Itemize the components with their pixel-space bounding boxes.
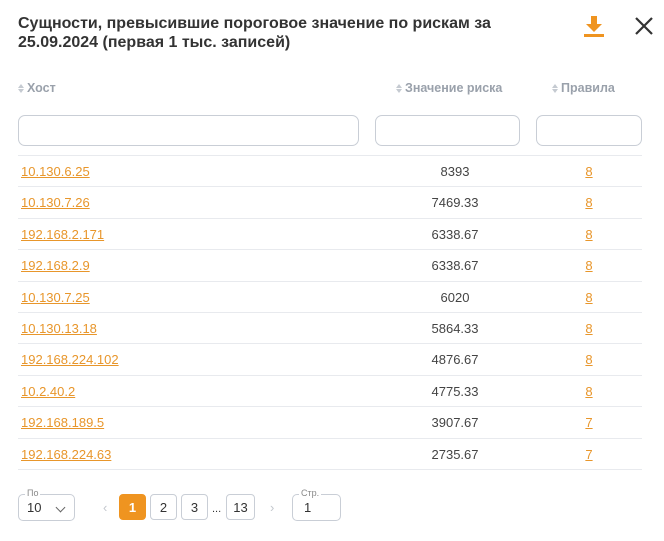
risk-value: 6338.67	[431, 258, 479, 274]
column-header-risk[interactable]: Значение риска	[396, 81, 502, 95]
table-row: 10.130.6.25 8393 8	[18, 156, 642, 188]
table-row: 10.130.7.26 7469.33 8	[18, 187, 642, 219]
sort-icon	[396, 83, 402, 93]
rules-link[interactable]: 8	[560, 290, 618, 305]
per-page-value: 10	[27, 500, 42, 515]
page-button-3[interactable]: 3	[181, 494, 208, 520]
rules-link[interactable]: 7	[560, 447, 618, 462]
risk-value: 8393	[440, 164, 470, 179]
page-input-label: Стр.	[299, 488, 322, 498]
risk-value: 3907.67	[431, 415, 479, 431]
modal-title: Сущности, превысившие пороговое значение…	[18, 15, 491, 51]
table-row: 10.130.7.25 6020 8	[18, 282, 642, 313]
host-link[interactable]: 10.130.7.26	[21, 195, 90, 210]
risk-value: 4775.33	[431, 383, 479, 399]
rules-filter-input[interactable]	[536, 115, 642, 146]
table-row: 192.168.2.171 6338.67 8	[18, 219, 642, 251]
page-button-2[interactable]: 2	[150, 494, 177, 520]
host-link[interactable]: 10.2.40.2	[21, 384, 75, 399]
next-page-button[interactable]: ›	[270, 500, 274, 515]
rules-link[interactable]: 8	[560, 227, 618, 242]
host-link[interactable]: 10.130.6.25	[21, 164, 90, 179]
rules-link[interactable]: 7	[560, 415, 618, 430]
rules-link[interactable]: 8	[560, 321, 618, 336]
host-link[interactable]: 192.168.189.5	[21, 415, 104, 430]
column-header-label: Хост	[27, 81, 56, 95]
page-button-13[interactable]: 13	[226, 494, 255, 520]
table-row: 192.168.224.63 2735.67 7	[18, 439, 642, 470]
host-link[interactable]: 192.168.224.102	[21, 352, 119, 367]
host-link[interactable]: 192.168.224.63	[21, 447, 111, 462]
risk-value: 4876.67	[431, 352, 479, 368]
table-row: 10.2.40.2 4775.33 8	[18, 376, 642, 408]
risk-table: 10.130.6.25 8393 8 10.130.7.26 7469.33 8…	[18, 155, 642, 470]
host-link[interactable]: 10.130.13.18	[21, 321, 97, 336]
host-link[interactable]: 192.168.2.9	[21, 258, 90, 273]
pagination-ellipsis: ...	[212, 503, 222, 515]
column-header-rules[interactable]: Правила	[552, 81, 615, 95]
risk-filter-input[interactable]	[375, 115, 520, 146]
risk-value: 6338.67	[431, 226, 479, 242]
host-filter-input[interactable]	[18, 115, 359, 146]
per-page-select[interactable]: По 10	[18, 488, 75, 521]
download-icon[interactable]	[582, 14, 606, 38]
close-icon[interactable]	[632, 14, 656, 38]
page-input-value: 1	[304, 500, 312, 515]
table-row: 10.130.13.18 5864.33 8	[18, 313, 642, 345]
risk-value: 7469.33	[431, 195, 479, 211]
host-link[interactable]: 192.168.2.171	[21, 227, 104, 242]
rules-link[interactable]: 8	[560, 258, 618, 273]
column-header-host[interactable]: Хост	[18, 81, 56, 95]
table-row: 192.168.189.5 3907.67 7	[18, 407, 642, 439]
rules-link[interactable]: 8	[560, 352, 618, 367]
risk-value: 2735.67	[431, 446, 479, 462]
rules-link[interactable]: 8	[560, 164, 618, 179]
column-header-label: Правила	[561, 81, 615, 95]
sort-icon	[552, 83, 558, 93]
rules-link[interactable]: 8	[560, 195, 618, 210]
per-page-label: По	[25, 488, 41, 498]
chevron-down-icon	[55, 502, 66, 513]
sort-icon	[18, 83, 24, 93]
page-number-input[interactable]: Стр. 1	[292, 488, 341, 521]
column-header-label: Значение риска	[405, 81, 503, 95]
host-link[interactable]: 10.130.7.25	[21, 290, 90, 305]
rules-link[interactable]: 8	[560, 384, 618, 399]
table-row: 192.168.2.9 6338.67 8	[18, 250, 642, 282]
risk-value: 5864.33	[431, 320, 479, 336]
prev-page-button[interactable]: ‹	[103, 500, 107, 515]
table-row: 192.168.224.102 4876.67 8	[18, 344, 642, 376]
page-button-1[interactable]: 1	[119, 494, 146, 520]
risk-value: 6020	[440, 289, 470, 305]
